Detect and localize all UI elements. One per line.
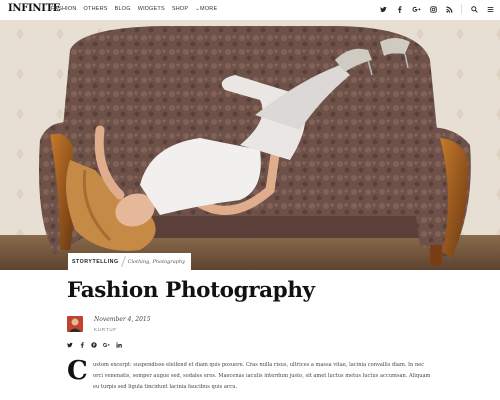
subcategory-links[interactable]: Clothing, Photography [128,259,185,265]
google-plus-icon[interactable] [411,4,421,14]
menu-icon[interactable] [486,4,494,14]
search-icon[interactable] [470,4,478,14]
category-link[interactable]: STORYTELLING [72,259,119,265]
rss-icon[interactable] [445,4,453,14]
fashion-photo-illustration [0,20,500,270]
post-author[interactable]: KURTUF [94,327,117,332]
twitter-icon[interactable] [379,4,387,14]
twitter-icon[interactable] [67,342,73,348]
post-category-box: STORYTELLING Clothing, Photography [68,253,191,270]
header-divider [461,4,462,14]
google-plus-icon[interactable] [103,342,110,348]
facebook-icon[interactable] [395,4,403,14]
nav-item-blog[interactable]: BLOG [115,6,131,12]
nav-item-widgets[interactable]: WIDGETS [138,6,165,12]
post-date[interactable]: November 4, 2015 [94,316,151,323]
nav-item-more[interactable]: ⌄MORE [195,6,217,12]
nav-item-others[interactable]: OTHERS [84,6,108,12]
pinterest-icon[interactable] [91,342,97,348]
header-social [379,4,494,14]
hero-image [0,20,500,270]
nav-item-shop[interactable]: SHOP [172,6,188,12]
facebook-icon[interactable] [79,342,85,348]
category-divider [120,256,126,267]
post-excerpt: ustom excerpt: suspendisse eleifend et d… [93,362,431,390]
main-nav: FASHION OTHERS BLOG WIDGETS SHOP ⌄MORE [51,6,217,12]
share-bar [67,342,122,348]
post-title: Fashion Photography [67,278,315,303]
site-header: INFINITE FASHION OTHERS BLOG WIDGETS SHO… [0,0,500,20]
nav-item-fashion[interactable]: FASHION [51,6,77,12]
linkedin-icon[interactable] [116,342,122,348]
instagram-icon[interactable] [429,4,437,14]
author-avatar[interactable] [67,316,83,332]
excerpt-dropcap: C [67,356,88,386]
